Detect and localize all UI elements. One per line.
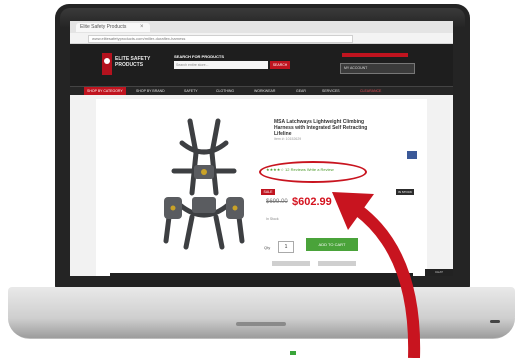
pager-bar-left[interactable] [272, 261, 310, 266]
laptop-notch [236, 322, 286, 326]
quantity-input[interactable]: 1 [278, 241, 294, 253]
product-sku: Item #: 10152629 [274, 137, 302, 141]
logo-mark-icon[interactable] [102, 53, 112, 75]
green-check-mark [290, 351, 296, 355]
old-price: $699.00 [266, 199, 288, 205]
laptop-base-front [8, 318, 515, 338]
laptop-led [490, 320, 500, 323]
tab-close-icon[interactable]: × [140, 23, 144, 32]
header-promo-banner[interactable] [342, 53, 408, 57]
search-button[interactable]: SEARCH [270, 61, 290, 69]
browser-tab[interactable]: Elite Safety Products × [76, 23, 150, 32]
search-input[interactable]: Search entire store... [174, 61, 268, 69]
sale-badge: SALE [261, 189, 275, 195]
logo-text[interactable]: ELITE SAFETY PRODUCTS [115, 56, 155, 68]
url-field[interactable]: www.elitesafetyproducts.com/miller-duraf… [88, 35, 353, 43]
account-button[interactable]: MY ACCOUNT [340, 63, 415, 74]
stock-status: In Stock [266, 217, 279, 221]
red-curved-arrow [332, 192, 421, 358]
browser-tab-title: Elite Safety Products [80, 24, 127, 30]
quantity-label: Qty [264, 245, 271, 250]
address-bar: www.elitesafetyproducts.com/miller-duraf… [70, 33, 453, 44]
chat-badge[interactable]: CHAT [425, 269, 453, 276]
facebook-share-icon[interactable] [407, 151, 417, 159]
harness-product-image[interactable] [152, 113, 256, 253]
search-label: SEARCH FOR PRODUCTS [174, 54, 225, 59]
site-header: ELITE SAFETY PRODUCTS SEARCH FOR PRODUCT… [70, 44, 453, 86]
product-title: MSA Latchways Lightweight Climbing Harne… [274, 119, 368, 137]
